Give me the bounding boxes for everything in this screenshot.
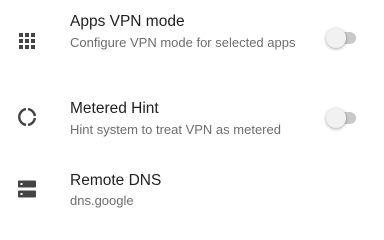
setting-title: Metered Hint xyxy=(70,100,159,117)
setting-remote-dns[interactable]: Remote DNS dns.google xyxy=(0,152,384,216)
dns-server-icon xyxy=(18,180,36,198)
metered-hint-switch[interactable] xyxy=(326,108,358,128)
apps-vpn-mode-switch[interactable] xyxy=(326,28,358,48)
data-usage-icon xyxy=(18,107,37,127)
apps-grid-icon xyxy=(19,33,35,49)
setting-summary: dns.google xyxy=(70,193,134,208)
setting-summary: Hint system to treat VPN as metered xyxy=(70,122,281,137)
setting-title: Apps VPN mode xyxy=(70,13,185,30)
switch-thumb xyxy=(326,108,346,128)
setting-summary: Configure VPN mode for selected apps xyxy=(70,35,296,50)
setting-title: Remote DNS xyxy=(70,172,162,189)
switch-thumb xyxy=(326,28,346,48)
setting-apps-vpn-mode[interactable]: Apps VPN mode Configure VPN mode for sel… xyxy=(0,0,384,82)
setting-metered-hint[interactable]: Metered Hint Hint system to treat VPN as… xyxy=(0,82,384,152)
